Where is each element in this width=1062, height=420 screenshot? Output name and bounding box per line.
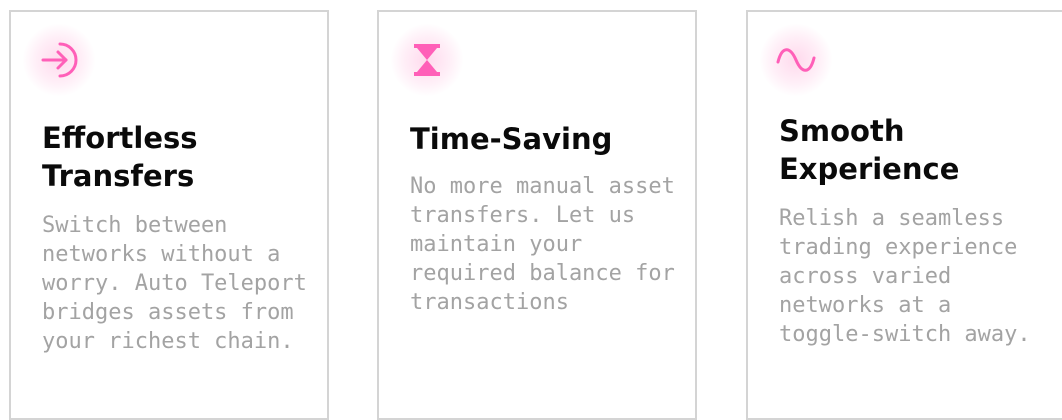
hourglass-icon xyxy=(391,24,463,96)
card-title: Effortless Transfers xyxy=(42,121,198,193)
card-description: No more manual asset transfers. Let us m… xyxy=(410,174,675,315)
card-description: Switch between networks without a worry.… xyxy=(42,213,307,354)
feature-card-effortless-transfers: Effortless Transfers Switch between netw… xyxy=(9,10,329,420)
sine-wave-icon xyxy=(760,24,832,96)
feature-card-smooth-experience: Smooth Experience Relish a seamless trad… xyxy=(746,10,1062,420)
arrow-into-bracket-icon xyxy=(23,24,95,96)
card-description: Relish a seamless trading experience acr… xyxy=(779,206,1031,347)
card-title: Time-Saving xyxy=(410,122,613,156)
feature-card-time-saving: Time-Saving No more manual asset transfe… xyxy=(377,10,697,420)
card-title: Smooth Experience xyxy=(779,114,960,186)
